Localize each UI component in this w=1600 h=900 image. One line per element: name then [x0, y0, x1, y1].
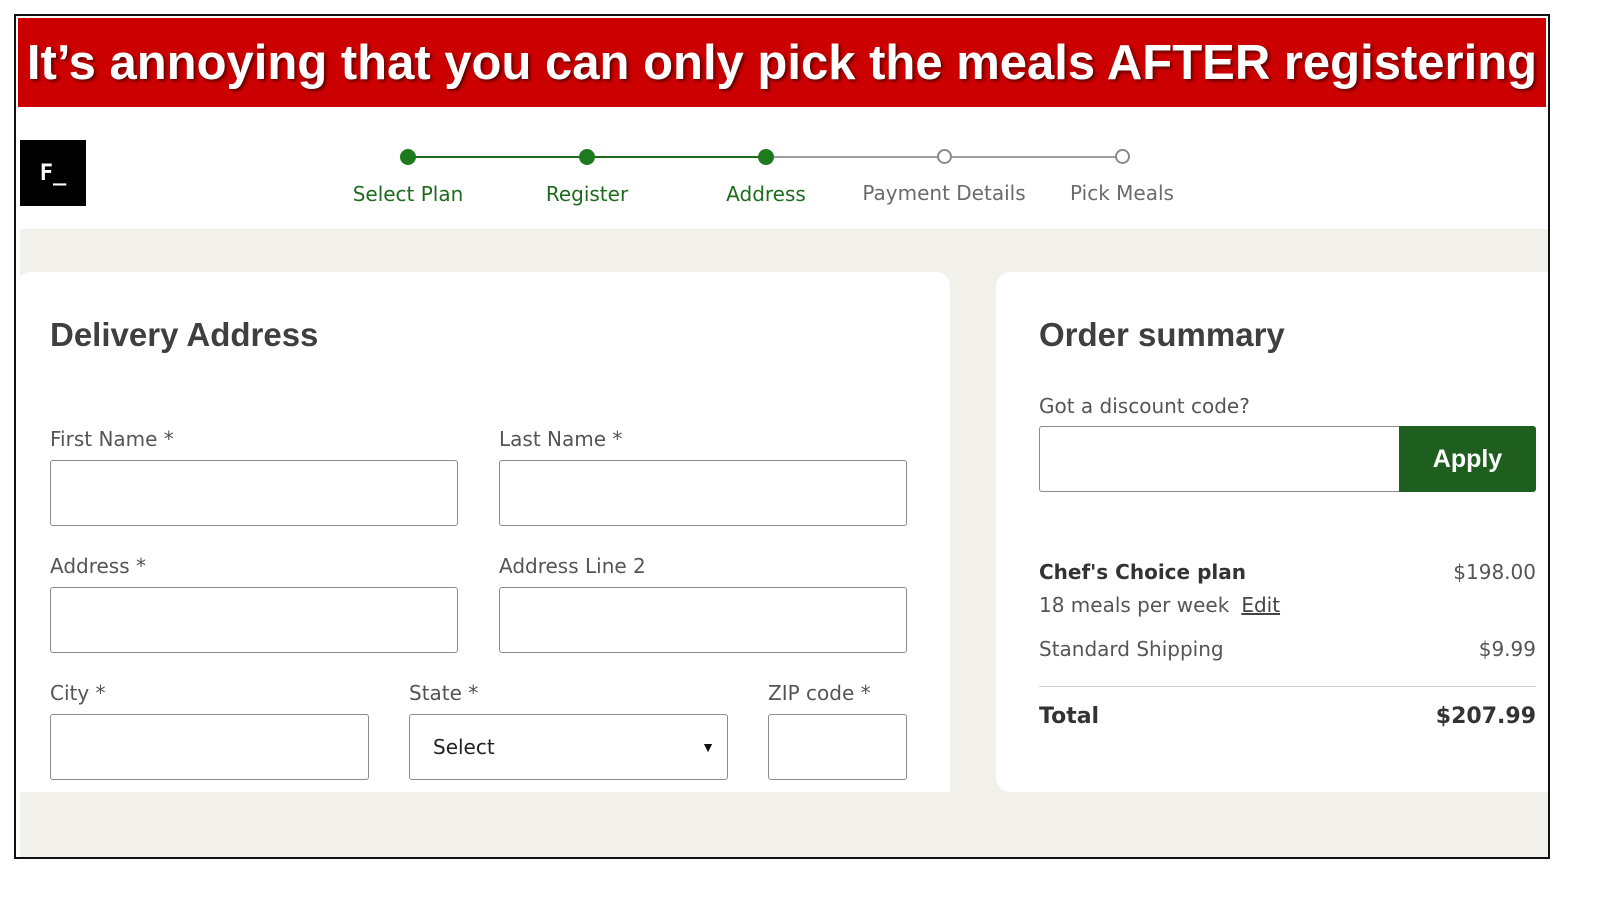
- step-label: Pick Meals: [1070, 181, 1174, 205]
- step-select-plan[interactable]: Select Plan: [318, 144, 498, 206]
- total-label: Total: [1039, 704, 1100, 729]
- caret-down-icon: ▼: [701, 739, 715, 755]
- state-select-value: Select: [433, 735, 495, 759]
- meals-per-week: 18 meals per week: [1039, 593, 1230, 617]
- zip-code-label: ZIP code *: [768, 681, 871, 705]
- step-current-dot-icon: [758, 149, 774, 165]
- step-pending-dot-icon: [1114, 149, 1130, 164]
- discount-code-label: Got a discount code?: [1039, 394, 1250, 418]
- annotation-banner: It’s annoying that you can only pick the…: [18, 18, 1546, 107]
- plan-detail-row: 18 meals per week Edit: [1039, 593, 1280, 617]
- step-payment-details: Payment Details: [854, 144, 1034, 205]
- step-label: Register: [545, 182, 629, 206]
- address-label: Address *: [50, 554, 147, 578]
- last-name-label: Last Name *: [499, 427, 623, 451]
- banner-text: It’s annoying that you can only pick the…: [26, 35, 1538, 90]
- last-name-input[interactable]: [499, 460, 907, 526]
- step-complete-dot-icon: [400, 149, 416, 165]
- step-label: Select Plan: [352, 182, 464, 206]
- apply-discount-button[interactable]: Apply: [1399, 426, 1536, 492]
- step-complete-dot-icon: [579, 149, 595, 165]
- step-register[interactable]: Register: [497, 144, 677, 206]
- city-label: City *: [50, 681, 106, 705]
- total-price: $207.99: [1435, 704, 1536, 729]
- plan-name: Chef's Choice plan: [1039, 560, 1246, 584]
- screenshot-frame: It’s annoying that you can only pick the…: [14, 14, 1550, 859]
- first-name-label: First Name *: [50, 427, 174, 451]
- address-line2-label: Address Line 2: [499, 554, 646, 578]
- step-pick-meals: Pick Meals: [1032, 144, 1212, 205]
- step-label: Payment Details: [862, 181, 1026, 205]
- zip-code-input[interactable]: [768, 714, 907, 780]
- state-label: State *: [409, 681, 479, 705]
- plan-price: $198.00: [1453, 560, 1536, 584]
- address-input[interactable]: [50, 587, 458, 653]
- step-address[interactable]: Address: [676, 144, 856, 206]
- address-line2-input[interactable]: [499, 587, 907, 653]
- shipping-label: Standard Shipping: [1039, 637, 1224, 661]
- state-select[interactable]: Select ▼: [409, 714, 728, 780]
- step-pending-dot-icon: [936, 149, 952, 164]
- step-label: Address: [726, 182, 806, 206]
- first-name-input[interactable]: [50, 460, 458, 526]
- city-input[interactable]: [50, 714, 369, 780]
- order-summary-card: Order summary Got a discount code? Apply…: [996, 272, 1548, 792]
- shipping-price: $9.99: [1478, 637, 1536, 661]
- discount-code-input[interactable]: [1039, 426, 1401, 492]
- checkout-progress-stepper: Select Plan Register Address Payment Det…: [16, 144, 1548, 214]
- edit-plan-link[interactable]: Edit: [1241, 593, 1280, 617]
- summary-divider: [1039, 686, 1536, 687]
- order-summary-title: Order summary: [1039, 316, 1285, 353]
- delivery-address-title: Delivery Address: [50, 316, 319, 353]
- delivery-address-card: Delivery Address First Name * Last Name …: [16, 272, 950, 792]
